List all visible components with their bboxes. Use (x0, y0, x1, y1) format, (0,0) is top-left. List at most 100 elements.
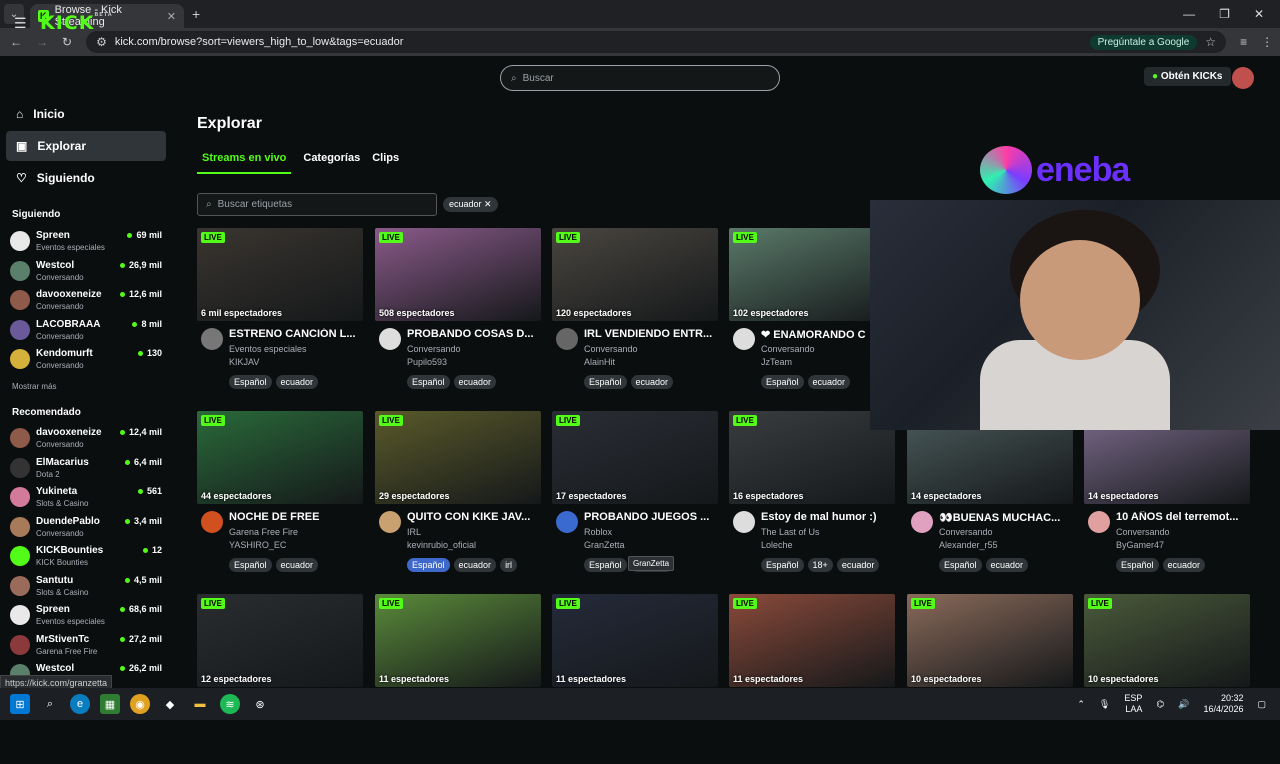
streamer-avatar[interactable] (201, 511, 223, 533)
stream-title[interactable]: NOCHE DE FREE (229, 511, 363, 523)
sidebar-channel[interactable]: MrStivenTc Garena Free Fire 27,2 mil (10, 632, 162, 660)
spotify-icon[interactable]: ≋ (220, 694, 240, 714)
stream-card[interactable]: LIVE 11 espectadores (375, 594, 541, 764)
stream-thumbnail[interactable]: LIVE 12 espectadores (197, 594, 363, 687)
stream-card[interactable]: LIVE 508 espectadores PROBANDO COSAS D... C… (375, 228, 541, 398)
stream-card[interactable]: LIVE 11 espectadores (552, 594, 718, 764)
sidebar-channel[interactable]: davooxeneize Conversando 12,4 mil (10, 425, 162, 453)
tab-clips[interactable]: Clips (372, 152, 399, 174)
stream-category[interactable]: Conversando (407, 344, 461, 354)
streamer-avatar[interactable] (379, 328, 401, 350)
minimize-icon[interactable]: — (1183, 7, 1195, 21)
tag-chip[interactable]: irl (500, 558, 518, 572)
stream-thumbnail[interactable]: LIVE 10 espectadores (1084, 594, 1250, 687)
stream-category[interactable]: Conversando (584, 344, 638, 354)
streamer-avatar[interactable] (201, 328, 223, 350)
tag-chip[interactable]: Español (1116, 558, 1159, 572)
chrome-icon[interactable]: ◉ (130, 694, 150, 714)
tag-chip[interactable]: Español (939, 558, 982, 572)
hamburger-menu-icon[interactable]: ☰ (14, 15, 27, 32)
site-info-icon[interactable]: ⚙ (96, 35, 107, 49)
streamer-name[interactable]: JzTeam (761, 357, 792, 367)
remove-tag-icon[interactable]: ✕ (484, 199, 492, 209)
tag-chip[interactable]: ecuador (836, 558, 880, 572)
stream-thumbnail[interactable]: LIVE 11 espectadores (729, 594, 895, 687)
stream-card[interactable]: LIVE14 espectadores👀BUENAS MUCHAC...Conv… (907, 411, 1073, 581)
streamer-avatar[interactable] (379, 511, 401, 533)
nav-siguiendo[interactable]: ♡ Siguiendo (6, 163, 166, 193)
sidebar-channel[interactable]: LACOBRAAA Conversando 8 mil (10, 317, 162, 345)
stream-title[interactable]: ESTRENO CANCIÓN L... (229, 328, 363, 340)
minecraft-icon[interactable]: ▦ (100, 694, 120, 714)
stream-title[interactable]: PROBANDO JUEGOS ... (584, 511, 718, 523)
tag-chip[interactable]: ecuador (453, 558, 497, 572)
tag-chip[interactable]: ecuador (275, 375, 319, 389)
stream-category[interactable]: The Last of Us (761, 527, 820, 537)
stream-category[interactable]: Conversando (761, 344, 815, 354)
volume-icon[interactable]: 🔊 (1178, 699, 1189, 710)
stream-category[interactable]: IRL (407, 527, 421, 537)
streamer-name[interactable]: AlainHit (584, 357, 615, 367)
stream-title[interactable]: IRL VENDIENDO ENTR... (584, 328, 718, 340)
stream-thumbnail[interactable]: LIVE 120 espectadores (552, 228, 718, 321)
stream-thumbnail[interactable]: LIVE 29 espectadores (375, 411, 541, 504)
sidebar-channel[interactable]: davooxeneize Conversando 12,6 mil (10, 287, 162, 315)
streamer-name[interactable]: ByGamer47 (1116, 540, 1164, 550)
streamer-avatar[interactable] (556, 511, 578, 533)
stream-thumbnail[interactable]: LIVE 44 espectadores (197, 411, 363, 504)
streamer-avatar[interactable] (733, 328, 755, 350)
search-input[interactable]: ⌕ Buscar (500, 65, 780, 91)
sidebar-channel[interactable]: KICKBounties KICK Bounties 12 (10, 543, 162, 571)
search-icon[interactable]: ⌕ (40, 694, 60, 714)
sidebar-channel[interactable]: ElMacarius Dota 2 6,4 mil (10, 455, 162, 483)
stream-card[interactable]: LIVE 10 espectadores (907, 594, 1073, 764)
tab-categories[interactable]: Categorías (303, 152, 360, 174)
tag-chip[interactable]: Español (584, 375, 627, 389)
stream-thumbnail[interactable]: LIVE 11 espectadores (552, 594, 718, 687)
streamer-name[interactable]: KIKJAV (229, 357, 259, 367)
language-indicator[interactable]: ESP LAA (1124, 693, 1142, 715)
sidebar-channel[interactable]: Kendomurft Conversando 130 (10, 346, 162, 374)
tag-chip[interactable]: Español (229, 558, 272, 572)
clock[interactable]: 20:32 16/4/2026 (1203, 693, 1243, 715)
stream-category[interactable]: Eventos especiales (229, 344, 307, 354)
tag-chip[interactable]: ecuador (453, 375, 497, 389)
tag-chip[interactable]: ecuador (807, 375, 851, 389)
stream-thumbnail[interactable]: LIVE 10 espectadores (907, 594, 1073, 687)
stream-card[interactable]: LIVE 11 espectadores (729, 594, 895, 764)
ask-google-button[interactable]: Pregúntale a Google (1089, 34, 1198, 50)
windows-start-icon[interactable]: ⊞ (10, 694, 30, 714)
sidebar-channel[interactable]: Spreen Eventos especiales 69 mil (10, 228, 162, 256)
address-bar[interactable]: ⚙ kick.com/browse?sort=viewers_high_to_l… (86, 31, 1227, 53)
streamer-name[interactable]: kevinrubio_oficial (407, 540, 476, 550)
tag-chip[interactable]: Español (229, 375, 272, 389)
kick-logo[interactable]: KICKBETA (40, 12, 113, 34)
forward-icon[interactable]: → (36, 35, 48, 49)
back-icon[interactable]: ← (10, 35, 22, 49)
sidebar-channel[interactable]: Santutu Slots & Casino 4,5 mil (10, 573, 162, 601)
stream-title[interactable]: PROBANDO COSAS D... (407, 328, 541, 340)
tab-streams[interactable]: Streams en vivo (197, 152, 292, 174)
reload-icon[interactable]: ↻ (62, 35, 72, 49)
get-kicks-button[interactable]: ● Obtén KICKs (1144, 67, 1231, 86)
file-explorer-icon[interactable]: ▬ (190, 694, 210, 714)
streamer-name[interactable]: Pupilo593 (407, 357, 447, 367)
tag-chip[interactable]: 18+ (807, 558, 833, 572)
wifi-icon[interactable]: ⌬ (1156, 699, 1164, 710)
tag-chip[interactable]: Español (407, 375, 450, 389)
close-window-icon[interactable]: ✕ (1254, 7, 1264, 21)
sidebar-channel[interactable]: Westcol Conversando 26,9 mil (10, 258, 162, 286)
stream-card[interactable]: LIVE 16 espectadores Estoy de mal humor :)… (729, 411, 895, 581)
notifications-icon[interactable]: ▢ (1257, 699, 1266, 710)
mic-icon[interactable]: 🎙 (1099, 699, 1110, 710)
stream-category[interactable]: Garena Free Fire (229, 527, 298, 537)
stream-thumbnail[interactable]: LIVE 11 espectadores (375, 594, 541, 687)
stream-card[interactable]: LIVE 44 espectadores NOCHE DE FREE Garena F… (197, 411, 363, 581)
restore-icon[interactable]: ❐ (1219, 7, 1230, 21)
stream-category[interactable]: Conversando (1116, 527, 1170, 537)
stream-card[interactable]: LIVE 12 espectadores (197, 594, 363, 764)
nav-explorar[interactable]: ▣ Explorar (6, 131, 166, 161)
active-tag-chip[interactable]: ecuador ✕ (443, 197, 498, 212)
streamer-name[interactable]: Loleche (761, 540, 793, 550)
stream-category[interactable]: Conversando (939, 527, 993, 537)
